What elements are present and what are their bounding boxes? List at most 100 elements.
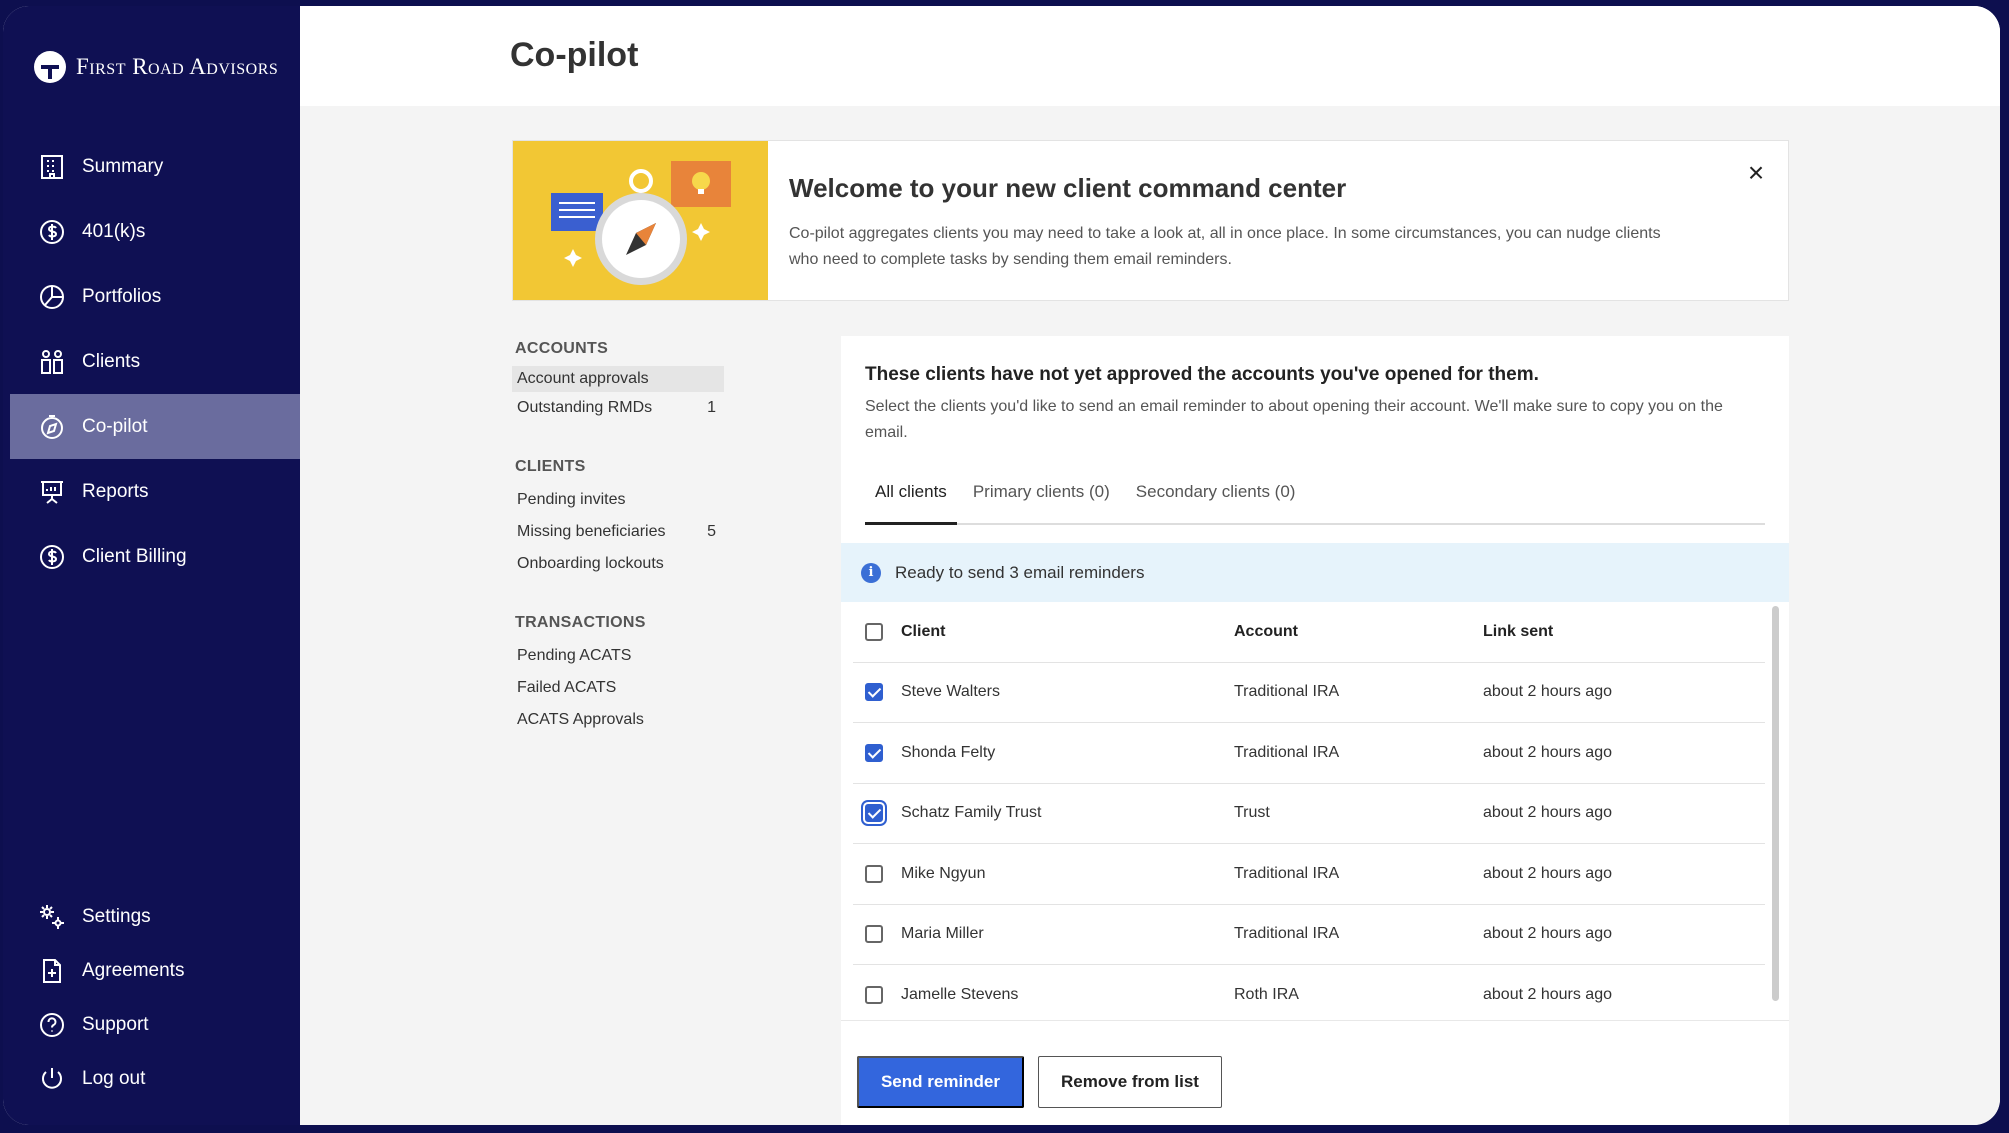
table-row[interactable]: Mike Ngyun Traditional IRA about 2 hours… [853, 844, 1765, 905]
cell-link-sent: about 2 hours ago [1483, 864, 1612, 882]
subnav-label: ACATS Approvals [517, 711, 644, 728]
cell-account: Traditional IRA [1234, 683, 1340, 701]
document-plus-icon [38, 957, 66, 985]
row-checkbox[interactable] [865, 864, 883, 883]
subnav-label: Pending invites [517, 491, 626, 508]
app-window: First Road Advisors Summary 401(k)s Port… [3, 6, 2000, 1125]
people-icon [38, 348, 66, 376]
row-checkbox[interactable] [865, 925, 883, 944]
subnav-label: Onboarding lockouts [517, 555, 664, 572]
account-approvals-panel: These clients have not yet approved the … [841, 336, 1789, 1125]
brand-logo[interactable]: First Road Advisors [34, 51, 278, 83]
row-checkbox[interactable] [865, 743, 883, 762]
nav-label: Portfolios [82, 285, 162, 307]
subnav-label: Failed ACATS [517, 679, 617, 696]
cell-client: Maria Miller [901, 925, 984, 943]
page-title: Co-pilot [510, 36, 639, 74]
nav-item-client-billing[interactable]: Client Billing [10, 524, 300, 589]
cell-account: Traditional IRA [1234, 864, 1340, 882]
table-scrollbar[interactable] [1772, 606, 1779, 1001]
compass-icon [38, 413, 66, 441]
nav-label: Support [82, 1014, 149, 1035]
table-row[interactable]: Schatz Family Trust Trust about 2 hours … [853, 784, 1765, 844]
cell-link-sent: about 2 hours ago [1483, 985, 1612, 1003]
column-header-account[interactable]: Account [1234, 623, 1483, 641]
subnav-group-clients: CLIENTS Pending invites Missing benefici… [512, 458, 732, 580]
banner-text: Co-pilot aggregates clients you may need… [789, 225, 1661, 268]
send-reminder-button[interactable]: Send reminder [857, 1056, 1024, 1108]
cell-client: Mike Ngyun [901, 864, 986, 882]
subnav-item-acats-approvals[interactable]: ACATS Approvals [512, 704, 724, 736]
nav-item-log-out[interactable]: Log out [10, 1052, 300, 1106]
cell-client: Schatz Family Trust [901, 804, 1042, 822]
subnav-item-outstanding-rmds[interactable]: Outstanding RMDs 1 [512, 392, 724, 424]
cell-link-sent: about 2 hours ago [1483, 925, 1612, 943]
secondary-nav: Settings Agreements Support Log out [10, 890, 300, 1106]
subnav-item-account-approvals[interactable]: Account approvals [512, 366, 724, 392]
nav-item-support[interactable]: Support [10, 998, 300, 1052]
subnav-item-pending-invites[interactable]: Pending invites [512, 484, 724, 516]
subnav-heading: ACCOUNTS [515, 340, 609, 357]
banner-title: Welcome to your new client command cente… [789, 173, 1347, 203]
subnav-label: Pending ACATS [517, 647, 632, 664]
panel-title: These clients have not yet approved the … [865, 364, 1539, 385]
subnav-item-onboarding-lockouts[interactable]: Onboarding lockouts [512, 548, 724, 580]
nav-item-agreements[interactable]: Agreements [10, 944, 300, 998]
client-tabs: All clients Primary clients (0) Secondar… [865, 476, 1765, 525]
sidebar: First Road Advisors Summary 401(k)s Port… [3, 6, 300, 1125]
table-row[interactable]: Maria Miller Traditional IRA about 2 hou… [853, 905, 1765, 965]
table-row[interactable]: Shonda Felty Traditional IRA about 2 hou… [853, 723, 1765, 784]
nav-item-clients[interactable]: Clients [10, 329, 300, 394]
column-header-client[interactable]: Client [901, 623, 1234, 641]
cell-account: Traditional IRA [1234, 743, 1340, 761]
nav-item-summary[interactable]: Summary [10, 134, 300, 199]
presentation-icon [38, 478, 66, 506]
column-header-link-sent[interactable]: Link sent [1483, 623, 1765, 641]
close-icon[interactable]: × [1742, 159, 1770, 187]
select-all-checkbox[interactable] [865, 622, 883, 641]
tab-primary-clients[interactable]: Primary clients (0) [963, 476, 1120, 525]
row-checkbox[interactable] [865, 985, 883, 1004]
subnav-group-transactions: TRANSACTIONS Pending ACATS Failed ACATS … [512, 614, 732, 736]
table-row[interactable]: Steve Walters Traditional IRA about 2 ho… [853, 663, 1765, 723]
dollar-circle-icon [38, 543, 66, 571]
remove-from-list-button[interactable]: Remove from list [1038, 1056, 1222, 1108]
row-checkbox[interactable] [865, 804, 883, 823]
subnav-label: Outstanding RMDs [517, 399, 653, 416]
cell-client: Steve Walters [901, 683, 1000, 701]
nav-label: Co-pilot [82, 415, 148, 437]
question-circle-icon [38, 1011, 66, 1039]
panel-description: Select the clients you'd like to send an… [865, 398, 1723, 441]
tab-secondary-clients[interactable]: Secondary clients (0) [1126, 476, 1306, 525]
subnav-item-failed-acats[interactable]: Failed ACATS [512, 672, 724, 704]
nav-label: Clients [82, 350, 141, 372]
subnav-item-missing-beneficiaries[interactable]: Missing beneficiaries 5 [512, 516, 724, 548]
info-banner: i Ready to send 3 email reminders [841, 543, 1789, 602]
cell-client: Jamelle Stevens [901, 985, 1019, 1003]
info-text: Ready to send 3 email reminders [895, 562, 1145, 582]
copilot-subnav: ACCOUNTS Account approvals Outstanding R… [512, 340, 732, 770]
subnav-group-accounts: ACCOUNTS Account approvals Outstanding R… [512, 340, 732, 424]
road-sign-icon [34, 51, 66, 83]
nav-label: Summary [82, 155, 164, 177]
row-checkbox[interactable] [865, 683, 883, 702]
tab-all-clients[interactable]: All clients [865, 476, 957, 525]
info-icon: i [861, 562, 881, 583]
clients-table: Client Account Link sent Steve Walters T… [853, 602, 1765, 1007]
cell-account: Roth IRA [1234, 985, 1299, 1003]
gears-icon [38, 903, 66, 931]
nav-item-co-pilot[interactable]: Co-pilot [10, 394, 300, 459]
welcome-banner: Welcome to your new client command cente… [512, 140, 1789, 301]
dollar-circle-icon [38, 218, 66, 246]
page-header: Co-pilot [300, 6, 2000, 106]
nav-item-portfolios[interactable]: Portfolios [10, 264, 300, 329]
table-row[interactable]: Jamelle Stevens Roth IRA about 2 hours a… [853, 965, 1765, 1007]
nav-label: Client Billing [82, 545, 187, 567]
nav-item-401ks[interactable]: 401(k)s [10, 199, 300, 264]
subnav-item-pending-acats[interactable]: Pending ACATS [512, 640, 724, 672]
subnav-label: Missing beneficiaries [517, 523, 666, 540]
subnav-heading: CLIENTS [515, 458, 586, 475]
nav-item-settings[interactable]: Settings [10, 890, 300, 944]
nav-item-reports[interactable]: Reports [10, 459, 300, 524]
cell-link-sent: about 2 hours ago [1483, 743, 1612, 761]
